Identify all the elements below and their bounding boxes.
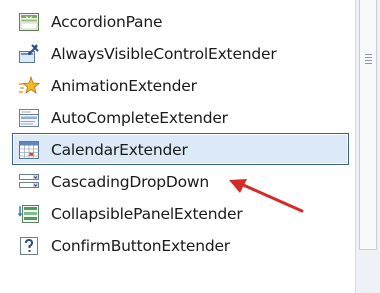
toolbox-list: AccordionPane AlwaysVisibleControlExtend… — [0, 0, 355, 293]
animation-star-icon — [18, 75, 40, 97]
toolbox-item-label: ConfirmButtonExtender — [51, 237, 230, 255]
vertical-scrollbar[interactable] — [355, 0, 380, 293]
toolbox-item-animation-extender[interactable]: AnimationExtender — [12, 69, 349, 101]
scrollbar-grip — [365, 57, 372, 58]
toolbox-item-label: AutoCompleteExtender — [51, 109, 228, 127]
pin-icon — [18, 43, 40, 65]
confirm-question-icon — [18, 235, 40, 257]
toolbox-panel: AccordionPane AlwaysVisibleControlExtend… — [0, 0, 380, 293]
dropdown-icon — [18, 171, 40, 193]
collapsible-panel-icon — [18, 203, 40, 225]
toolbox-item-label: CollapsiblePanelExtender — [51, 205, 243, 223]
toolbox-item-always-visible-control-extender[interactable]: AlwaysVisibleControlExtender — [12, 37, 349, 69]
scrollbar-thumb[interactable] — [359, 0, 377, 250]
toolbox-item-label: AccordionPane — [51, 13, 163, 31]
toolbox-item-accordion-pane[interactable]: AccordionPane — [12, 5, 349, 37]
scrollbar-grip — [365, 63, 372, 64]
toolbox-item-cascading-drop-down[interactable]: CascadingDropDown — [12, 165, 349, 197]
scrollbar-grip — [365, 54, 372, 55]
calendar-icon — [18, 139, 40, 161]
toolbox-item-confirm-button-extender[interactable]: ConfirmButtonExtender — [12, 229, 349, 261]
autocomplete-list-icon — [18, 107, 40, 129]
toolbox-item-label: CascadingDropDown — [51, 173, 210, 191]
toolbox-item-calendar-extender[interactable]: CalendarExtender — [12, 133, 349, 165]
accordion-pane-icon — [18, 11, 40, 33]
toolbox-item-label: CalendarExtender — [51, 141, 188, 159]
toolbox-item-label: AnimationExtender — [51, 77, 197, 95]
toolbox-item-label: AlwaysVisibleControlExtender — [51, 45, 277, 63]
scrollbar-grip — [365, 60, 372, 61]
toolbox-item-auto-complete-extender[interactable]: AutoCompleteExtender — [12, 101, 349, 133]
toolbox-item-collapsible-panel-extender[interactable]: CollapsiblePanelExtender — [12, 197, 349, 229]
